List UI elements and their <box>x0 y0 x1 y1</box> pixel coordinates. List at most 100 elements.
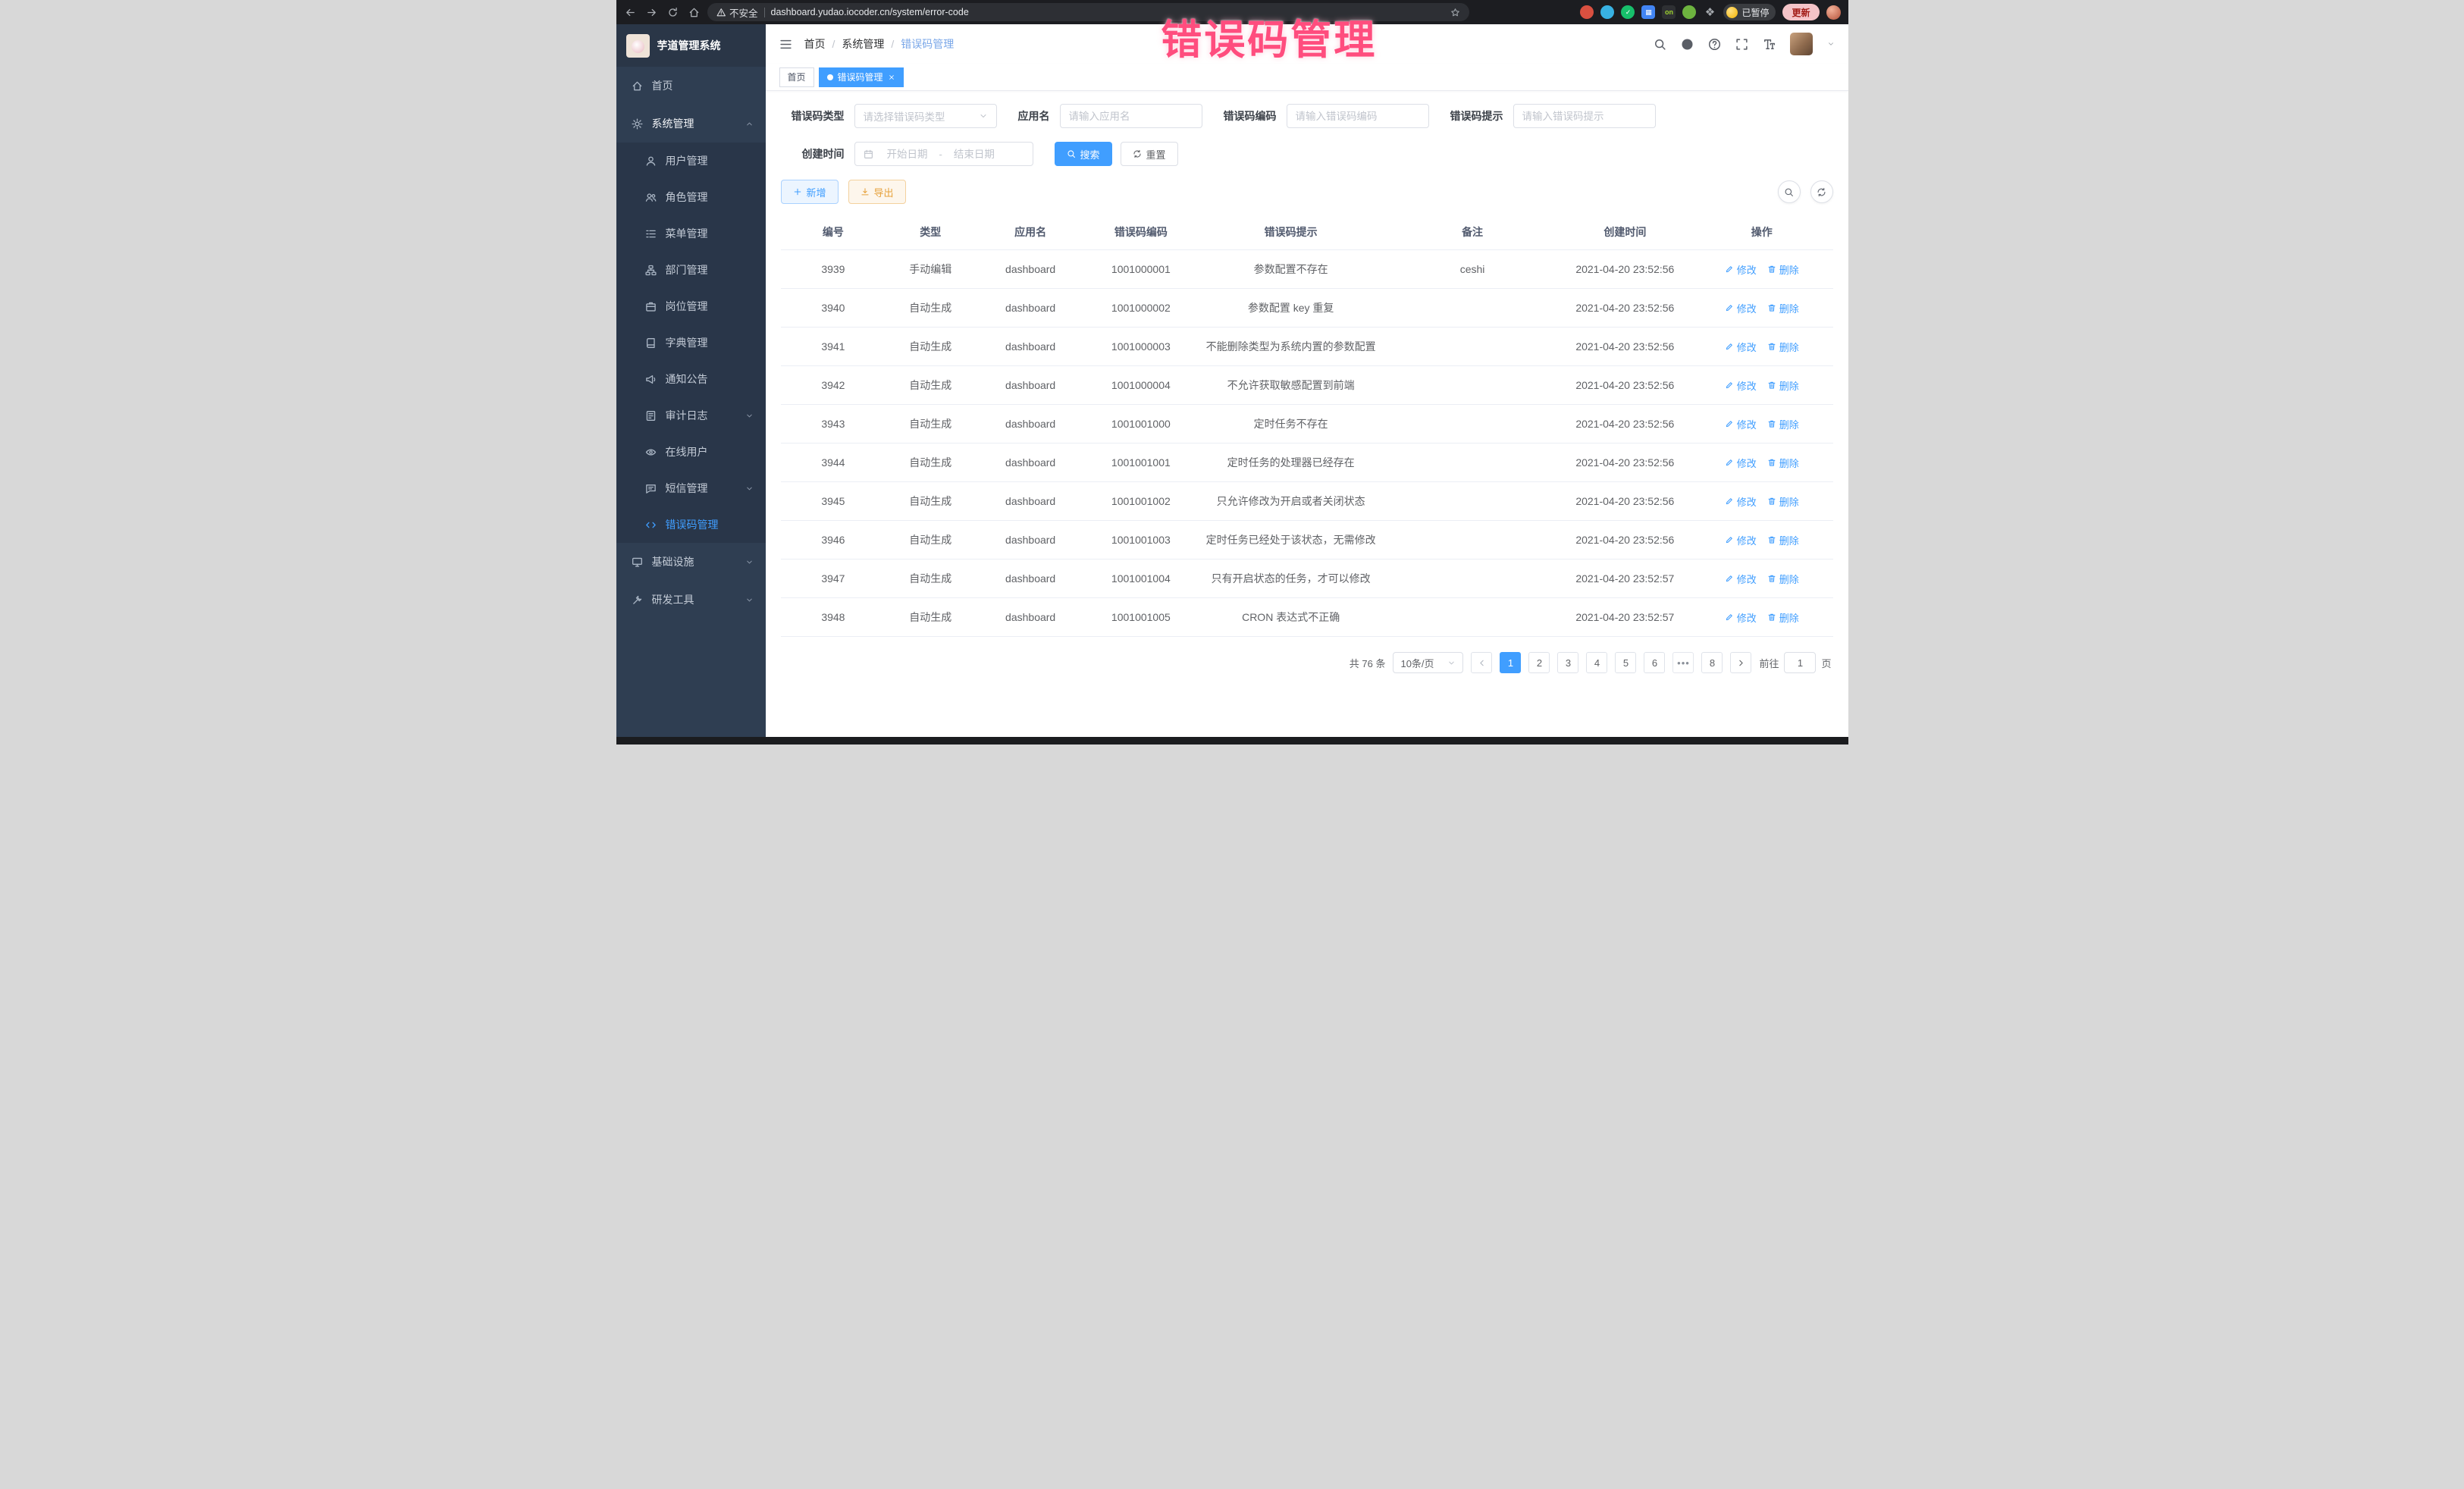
reload-icon[interactable] <box>666 5 680 19</box>
help-icon[interactable] <box>1708 38 1721 51</box>
browser-update-button[interactable]: 更新 <box>1782 4 1819 20</box>
refresh-table-button[interactable] <box>1810 180 1833 203</box>
delete-link[interactable]: 删除 <box>1767 417 1799 431</box>
delete-link[interactable]: 删除 <box>1767 610 1799 625</box>
date-range-picker[interactable]: - <box>854 142 1033 166</box>
delete-link[interactable]: 删除 <box>1767 262 1799 277</box>
water-drop-extension-icon[interactable] <box>1600 5 1614 19</box>
delete-link[interactable]: 删除 <box>1767 340 1799 354</box>
delete-link[interactable]: 删除 <box>1767 533 1799 547</box>
toggle-search-button[interactable] <box>1778 180 1801 203</box>
delete-link[interactable]: 删除 <box>1767 494 1799 509</box>
back-icon[interactable] <box>624 5 638 19</box>
pager-page-5[interactable]: 5 <box>1615 652 1636 673</box>
next-page-button[interactable] <box>1730 652 1751 673</box>
prev-page-button[interactable] <box>1471 652 1492 673</box>
edit-link[interactable]: 修改 <box>1725 533 1757 547</box>
font-size-icon[interactable] <box>1763 38 1776 51</box>
pager-page-6[interactable]: 6 <box>1644 652 1665 673</box>
page-size-select[interactable]: 10条/页 <box>1393 652 1463 673</box>
github-icon[interactable] <box>1681 38 1694 51</box>
app-name-input[interactable] <box>1069 111 1193 122</box>
reset-button[interactable]: 重置 <box>1121 142 1178 166</box>
delete-icon <box>1767 497 1776 506</box>
sidebar-collapse-icon[interactable] <box>779 38 792 51</box>
sidebar-item-user[interactable]: 用户管理 <box>616 143 766 179</box>
sidebar-item-label: 部门管理 <box>666 262 708 277</box>
logo[interactable]: 芋道管理系统 <box>616 24 766 67</box>
sidebar-item-notice[interactable]: 通知公告 <box>616 361 766 397</box>
delete-link[interactable]: 删除 <box>1767 301 1799 315</box>
error-type-select[interactable]: 请选择错误码类型 <box>854 104 997 128</box>
end-date-input[interactable] <box>945 149 1003 160</box>
tab-error-code[interactable]: 错误码管理 <box>819 67 904 87</box>
browser-nav <box>624 5 701 19</box>
sidebar-item-error-code[interactable]: 错误码管理 <box>616 506 766 543</box>
edit-link[interactable]: 修改 <box>1725 572 1757 586</box>
red-circle-extension-icon[interactable] <box>1580 5 1594 19</box>
edit-link[interactable]: 修改 <box>1725 301 1757 315</box>
browser-profile-avatar[interactable] <box>1826 5 1841 20</box>
puzzle-extension-icon[interactable]: ❖ <box>1703 5 1716 19</box>
pager-page-2[interactable]: 2 <box>1528 652 1550 673</box>
sidebar-item-audit-log[interactable]: 审计日志 <box>616 397 766 434</box>
pager-page-8[interactable]: 8 <box>1701 652 1723 673</box>
blue-grid-extension-icon[interactable]: ▦ <box>1641 5 1655 19</box>
sidebar-item-online-user[interactable]: 在线用户 <box>616 434 766 470</box>
sidebar-item-dict[interactable]: 字典管理 <box>616 324 766 361</box>
edit-link[interactable]: 修改 <box>1725 494 1757 509</box>
breadcrumb-item-system[interactable]: 系统管理 <box>842 36 884 52</box>
paused-badge[interactable]: 已暂停 <box>1723 4 1776 20</box>
edit-link[interactable]: 修改 <box>1725 417 1757 431</box>
address-bar[interactable]: 不安全 dashboard.yudao.iocoder.cn/system/er… <box>707 3 1469 21</box>
sidebar-item-devtools[interactable]: 研发工具 <box>616 581 766 619</box>
breadcrumb: 首页 / 系统管理 / 错误码管理 <box>804 36 955 52</box>
forward-icon[interactable] <box>645 5 659 19</box>
start-date-input[interactable] <box>879 149 936 160</box>
logo-image <box>626 34 650 58</box>
breadcrumb-item-home[interactable]: 首页 <box>804 36 826 52</box>
pager-more-button[interactable]: ••• <box>1672 652 1694 673</box>
sidebar-item-sms[interactable]: 短信管理 <box>616 470 766 506</box>
tab-home[interactable]: 首页 <box>779 67 814 87</box>
delete-link[interactable]: 删除 <box>1767 456 1799 470</box>
pager-page-4[interactable]: 4 <box>1586 652 1607 673</box>
sidebar-item-role[interactable]: 角色管理 <box>616 179 766 215</box>
sidebar-item-home[interactable]: 首页 <box>616 67 766 105</box>
edit-icon <box>1725 458 1734 467</box>
sidebar-item-system[interactable]: 系统管理 <box>616 105 766 143</box>
delete-link[interactable]: 删除 <box>1767 378 1799 393</box>
export-button[interactable]: 导出 <box>848 180 906 204</box>
pager-page-3[interactable]: 3 <box>1557 652 1578 673</box>
cell-code: 1001000003 <box>1086 328 1196 366</box>
avatar-caret-icon[interactable] <box>1827 40 1835 48</box>
edit-link[interactable]: 修改 <box>1725 456 1757 470</box>
sidebar-item-menu[interactable]: 菜单管理 <box>616 215 766 252</box>
sidebar-item-post[interactable]: 岗位管理 <box>616 288 766 324</box>
edit-link[interactable]: 修改 <box>1725 262 1757 277</box>
green-check-extension-icon[interactable]: ✓ <box>1621 5 1635 19</box>
extensions-area: ✓ ▦ on ❖ 已暂停 更新 <box>1580 4 1840 20</box>
edit-link[interactable]: 修改 <box>1725 378 1757 393</box>
search-button[interactable]: 搜索 <box>1055 142 1112 166</box>
security-chip[interactable]: 不安全 <box>716 5 758 20</box>
green-dot-extension-icon[interactable] <box>1682 5 1696 19</box>
goto-page-input[interactable] <box>1784 652 1816 673</box>
edit-link[interactable]: 修改 <box>1725 610 1757 625</box>
close-icon[interactable] <box>888 74 895 81</box>
edit-link[interactable]: 修改 <box>1725 340 1757 354</box>
add-button[interactable]: 新增 <box>781 180 839 204</box>
sidebar-item-infra[interactable]: 基础设施 <box>616 543 766 581</box>
browser-home-icon[interactable] <box>688 5 701 19</box>
error-hint-input[interactable] <box>1522 111 1647 122</box>
sidebar-item-dept[interactable]: 部门管理 <box>616 252 766 288</box>
delete-link[interactable]: 删除 <box>1767 572 1799 586</box>
user-avatar[interactable] <box>1790 33 1813 55</box>
on-switch-extension-icon[interactable]: on <box>1662 5 1676 19</box>
search-icon[interactable] <box>1654 38 1666 51</box>
pager-page-1[interactable]: 1 <box>1500 652 1521 673</box>
cell-type: 自动生成 <box>886 598 975 637</box>
error-code-input[interactable] <box>1296 111 1420 122</box>
fullscreen-icon[interactable] <box>1735 38 1748 51</box>
bookmark-star-icon[interactable] <box>1450 8 1460 17</box>
